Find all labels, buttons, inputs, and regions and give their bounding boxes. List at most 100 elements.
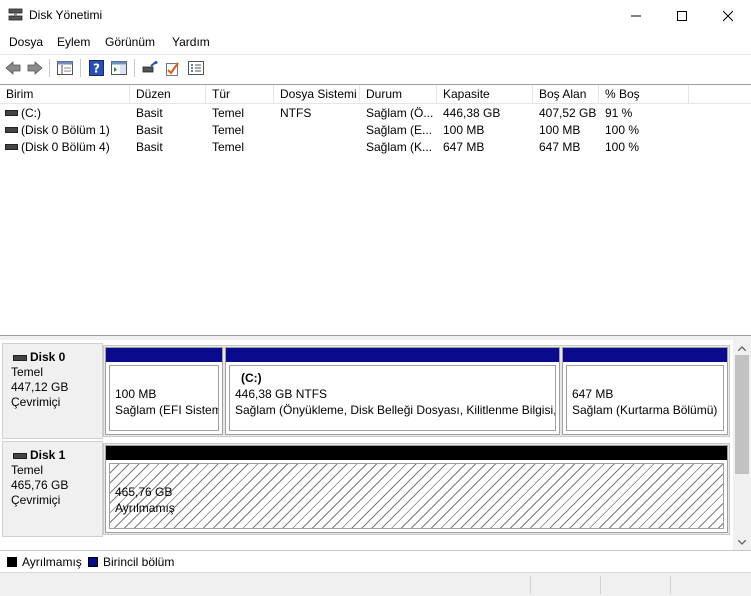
partition-size: 446,38 GB NTFS [235,387,328,401]
close-button[interactable] [705,0,751,31]
volume-row[interactable]: (C:) Basit Temel NTFS Sağlam (Ö... 446,3… [0,105,751,122]
column-header-dosya-sistemi[interactable]: Dosya Sistemi [274,85,360,104]
volume-birim: (Disk 0 Bölüm 4) [21,140,110,154]
minimize-icon [631,15,641,16]
volume-kapasite: 446,38 GB [443,106,501,120]
partition-type-bar [106,446,727,460]
disk-type: Temel [11,463,44,477]
disk-state: Çevrimiçi [11,493,61,507]
volume-durum: Sağlam (K... [366,140,433,154]
disk-management-app-icon [8,8,23,21]
show-hide-console-tree-button[interactable] [55,58,75,78]
vertical-scrollbar[interactable] [733,340,751,550]
volume-row[interactable]: (Disk 0 Bölüm 1) Basit Temel Sağlam (E..… [0,122,751,139]
partition-status: Sağlam (Kurtarma Bölümü) [572,403,718,417]
toolbar-separator [49,59,50,77]
disk-1-name-row: Disk 1 [13,448,102,463]
menu-gorunum[interactable]: Görünüm [105,35,155,49]
show-action-pane-button[interactable] [109,58,129,78]
disk-name: Disk 0 [30,350,66,364]
disk-size: 465,76 GB [11,478,69,492]
checklist-icon [166,61,179,76]
disk-icon [13,354,27,361]
connect-disk-icon [142,61,158,73]
title-bar: Disk Yönetimi [0,0,751,31]
volume-duzen: Basit [136,123,163,137]
minimize-button[interactable] [613,0,659,31]
volume-icon [5,144,18,150]
connect-disk-button[interactable] [140,58,160,78]
partition-size: 647 MB [572,387,614,401]
disk-graphical-view: Disk 0 Temel 447,12 GB Çevrimiçi 100 MB … [0,340,733,550]
legend-label: Ayrılmamış [22,555,82,569]
partition-unallocated[interactable]: 465,76 GB Ayrılmamış [105,445,728,533]
legend-swatch-unallocated [7,557,17,567]
forward-button[interactable] [25,58,45,78]
disk-0-label[interactable]: Disk 0 Temel 447,12 GB Çevrimiçi [2,343,103,439]
column-header-durum[interactable]: Durum [360,85,437,104]
legend-label: Birincil bölüm [103,555,175,569]
partition-recovery-details: 647 MB Sağlam (Kurtarma Bölümü) [566,365,724,431]
disk-type: Temel [11,365,44,379]
column-header-bos-yuzde[interactable]: % Boş [599,85,689,104]
chevron-up-icon [738,345,746,351]
menu-bar: Dosya Eylem Görünüm Yardım [0,31,751,53]
partition-spacer [115,468,719,484]
properties-button[interactable] [186,58,206,78]
disk-0-partitions: 100 MB Sağlam (EFI Sistem (C:) 446,38 GB… [103,345,730,437]
maximize-button[interactable] [659,0,705,31]
column-header-kapasite[interactable]: Kapasite [437,85,533,104]
partition-title [115,370,214,386]
disk-1-label[interactable]: Disk 1 Temel 465,76 GB Çevrimiçi [2,441,103,537]
menu-yardim[interactable]: Yardım [172,35,210,49]
volume-bos-alan: 647 MB [539,140,581,154]
volume-row[interactable]: (Disk 0 Bölüm 4) Basit Temel Sağlam (K..… [0,139,751,156]
partition-status: Sağlam (Önyükleme, Disk Belleği Dosyası,… [235,403,556,417]
partition-recovery[interactable]: 647 MB Sağlam (Kurtarma Bölümü) [562,347,728,435]
column-header-tur[interactable]: Tür [206,85,274,104]
volume-list: Birim Düzen Tür Dosya Sistemi Durum Kapa… [0,84,751,335]
action-pane-icon [111,61,127,75]
help-button[interactable]: ? [86,58,106,78]
partition-efi-details: 100 MB Sağlam (EFI Sistem [109,365,219,431]
volume-icon [5,127,18,133]
properties-checklist-button[interactable] [163,58,183,78]
partition-efi[interactable]: 100 MB Sağlam (EFI Sistem [105,347,223,435]
column-header-birim[interactable]: Birim [0,85,130,104]
volume-duzen: Basit [136,140,163,154]
volume-durum: Sağlam (E... [366,123,433,137]
help-icon: ? [88,60,104,76]
maximize-icon [677,10,687,21]
status-bar-divider [600,576,601,594]
partition-size: 100 MB [115,387,157,401]
volume-kapasite: 100 MB [443,123,485,137]
disk-state: Çevrimiçi [11,395,61,409]
volume-birim: (C:) [21,106,41,120]
partition-c[interactable]: (C:) 446,38 GB NTFS Sağlam (Önyükleme, D… [225,347,560,435]
volume-list-header: Birim Düzen Tür Dosya Sistemi Durum Kapa… [0,85,751,104]
back-button[interactable] [3,58,23,78]
chevron-down-icon [738,539,746,545]
partition-status: Ayrılmamış [115,501,175,515]
properties-list-icon [188,61,204,75]
disk-icon [13,452,27,459]
volume-kapasite: 647 MB [443,140,485,154]
volume-dosya-sistemi: NTFS [280,106,312,120]
volume-bos-yuzde: 100 % [605,140,640,154]
menu-dosya[interactable]: Dosya [9,35,43,49]
scroll-down-button[interactable] [733,534,751,550]
scroll-thumb[interactable] [735,355,749,474]
volume-icon [5,110,18,116]
scroll-up-button[interactable] [733,340,751,356]
arrow-right-icon [27,61,43,75]
column-header-bos-alan[interactable]: Boş Alan [533,85,599,104]
status-bar [0,572,751,596]
column-header-duzen[interactable]: Düzen [130,85,206,104]
close-icon [723,10,733,21]
volume-tur: Temel [212,106,245,120]
menu-eylem[interactable]: Eylem [57,35,90,49]
volume-bos-yuzde: 91 % [605,106,633,120]
volume-tur: Temel [212,123,245,137]
partition-title: (C:) [241,371,262,385]
partition-unallocated-details: 465,76 GB Ayrılmamış [109,463,724,529]
